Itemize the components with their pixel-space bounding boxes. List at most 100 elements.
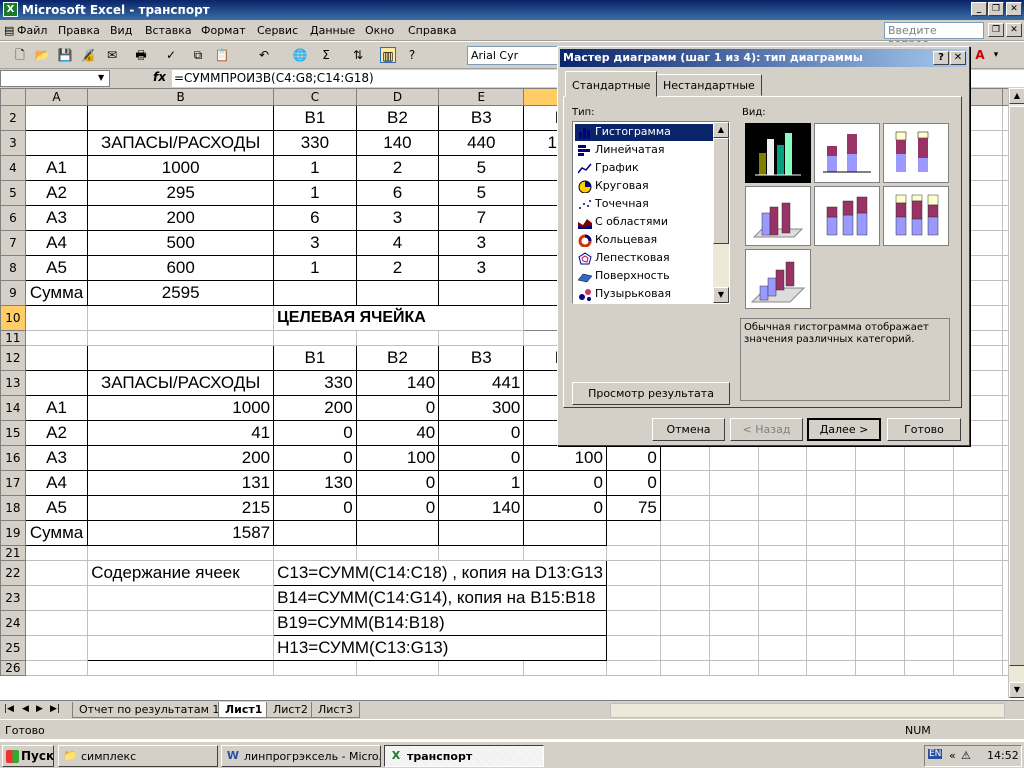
cell[interactable]	[87, 635, 275, 661]
row-header[interactable]: 22	[0, 560, 26, 586]
cell[interactable]: 6	[273, 205, 357, 231]
cell[interactable]	[855, 610, 906, 636]
cell[interactable]: C13=СУММ(C14:C18) , копия на D13:G13	[273, 560, 607, 586]
cell[interactable]	[659, 560, 710, 586]
last-sheet-icon[interactable]: ▶|	[50, 704, 60, 714]
cell[interactable]	[273, 660, 357, 676]
cell[interactable]	[806, 660, 857, 676]
cell[interactable]	[855, 470, 906, 496]
help-icon[interactable]: ?	[404, 47, 420, 63]
prev-sheet-icon[interactable]: ◀	[22, 704, 29, 714]
close-button[interactable]: ✕	[1006, 2, 1022, 16]
cell[interactable]	[659, 545, 710, 561]
cell[interactable]	[904, 520, 955, 546]
cell[interactable]	[24, 370, 89, 396]
cell[interactable]: 1	[273, 155, 357, 181]
cell[interactable]	[24, 545, 89, 561]
taskbar-button-word[interactable]: Wлинпрогрэксель - Micro...	[221, 745, 381, 767]
cell[interactable]	[757, 470, 808, 496]
restore-button[interactable]: ❐	[988, 2, 1004, 16]
cell[interactable]	[87, 660, 275, 676]
cell[interactable]: 0	[438, 445, 525, 471]
column-header[interactable]: C	[273, 88, 357, 106]
cell[interactable]: 3	[438, 255, 525, 281]
cell[interactable]	[708, 585, 759, 611]
cell[interactable]	[953, 660, 1003, 676]
cell[interactable]	[355, 545, 440, 561]
cell[interactable]	[904, 470, 955, 496]
scroll-up-icon[interactable]: ▲	[713, 122, 729, 138]
cell[interactable]: 440	[438, 130, 525, 156]
cell[interactable]	[87, 345, 275, 371]
name-box-dropdown-icon[interactable]: ▼	[98, 73, 104, 82]
back-button[interactable]: < Назад	[730, 418, 803, 441]
cell[interactable]: 1	[273, 255, 357, 281]
cell[interactable]	[24, 330, 89, 346]
paste-icon[interactable]: 📋	[214, 47, 230, 63]
font-name-box[interactable]: Arial Cyr	[467, 46, 559, 65]
cell[interactable]	[87, 545, 275, 561]
row-header[interactable]: 10	[0, 305, 26, 331]
chart-type-item[interactable]: График	[575, 160, 713, 177]
cell[interactable]	[953, 585, 1003, 611]
cell[interactable]	[87, 105, 275, 131]
cell[interactable]	[953, 560, 1003, 586]
cell[interactable]	[757, 560, 808, 586]
start-button[interactable]: Пуск	[2, 745, 54, 767]
cell[interactable]	[605, 660, 661, 676]
row-header[interactable]: 17	[0, 470, 26, 496]
cell[interactable]	[757, 660, 808, 676]
cell[interactable]: 3	[273, 230, 357, 256]
cell[interactable]: 41	[87, 420, 275, 446]
cell[interactable]: 5	[438, 180, 525, 206]
subtype-3d-stacked-column[interactable]	[814, 186, 880, 246]
chart-type-scrollbar[interactable]: ▲ ▼	[713, 122, 729, 303]
cell[interactable]	[438, 330, 525, 346]
row-header[interactable]: 26	[0, 660, 26, 676]
cancel-button[interactable]: Отмена	[652, 418, 725, 441]
cell[interactable]	[904, 610, 955, 636]
cell[interactable]: ЦЕЛЕВАЯ ЯЧЕЙКА	[273, 305, 525, 331]
cell[interactable]	[855, 660, 906, 676]
cell[interactable]: 3	[438, 230, 525, 256]
cell[interactable]	[806, 520, 857, 546]
cell[interactable]	[708, 445, 759, 471]
cell[interactable]	[355, 330, 440, 346]
cell[interactable]	[757, 495, 808, 521]
cell[interactable]: В2	[355, 105, 440, 131]
cell[interactable]	[855, 635, 906, 661]
new-icon[interactable]: 🗋	[12, 47, 28, 63]
cell[interactable]	[806, 560, 857, 586]
cell[interactable]: 75	[605, 495, 661, 521]
cell[interactable]	[904, 660, 955, 676]
subtype-stacked-column[interactable]	[814, 123, 880, 183]
row-header[interactable]: 2	[0, 105, 26, 131]
row-header[interactable]: 14	[0, 395, 26, 421]
subtype-3d-clustered-column[interactable]	[745, 186, 811, 246]
chart-wizard-icon[interactable]: ▥	[380, 47, 396, 63]
row-header[interactable]: 24	[0, 610, 26, 636]
scroll-thumb[interactable]	[1009, 106, 1024, 666]
cell[interactable]	[708, 560, 759, 586]
cell[interactable]	[855, 560, 906, 586]
cell[interactable]	[659, 635, 710, 661]
cell[interactable]: 1000	[87, 155, 275, 181]
cell[interactable]: ЗАПАСЫ/РАСХОДЫ	[87, 370, 275, 396]
vertical-scrollbar[interactable]: ▲ ▼	[1008, 88, 1024, 698]
column-header[interactable]: B	[87, 88, 275, 106]
cell[interactable]: 0	[273, 445, 357, 471]
row-header[interactable]: 7	[0, 230, 26, 256]
scroll-up-icon[interactable]: ▲	[1009, 88, 1024, 104]
cell[interactable]	[659, 445, 710, 471]
cell[interactable]	[24, 585, 89, 611]
cell[interactable]	[523, 660, 607, 676]
menu-format[interactable]: Формат	[201, 24, 246, 37]
cell[interactable]: 0	[355, 395, 440, 421]
cell[interactable]	[24, 345, 89, 371]
save-icon[interactable]: 💾	[57, 47, 73, 63]
scroll-thumb[interactable]	[713, 138, 729, 244]
subtype-3d-100-stacked-column[interactable]	[883, 186, 949, 246]
cell[interactable]	[24, 560, 89, 586]
row-header[interactable]: 23	[0, 585, 26, 611]
cell[interactable]: 100	[355, 445, 440, 471]
